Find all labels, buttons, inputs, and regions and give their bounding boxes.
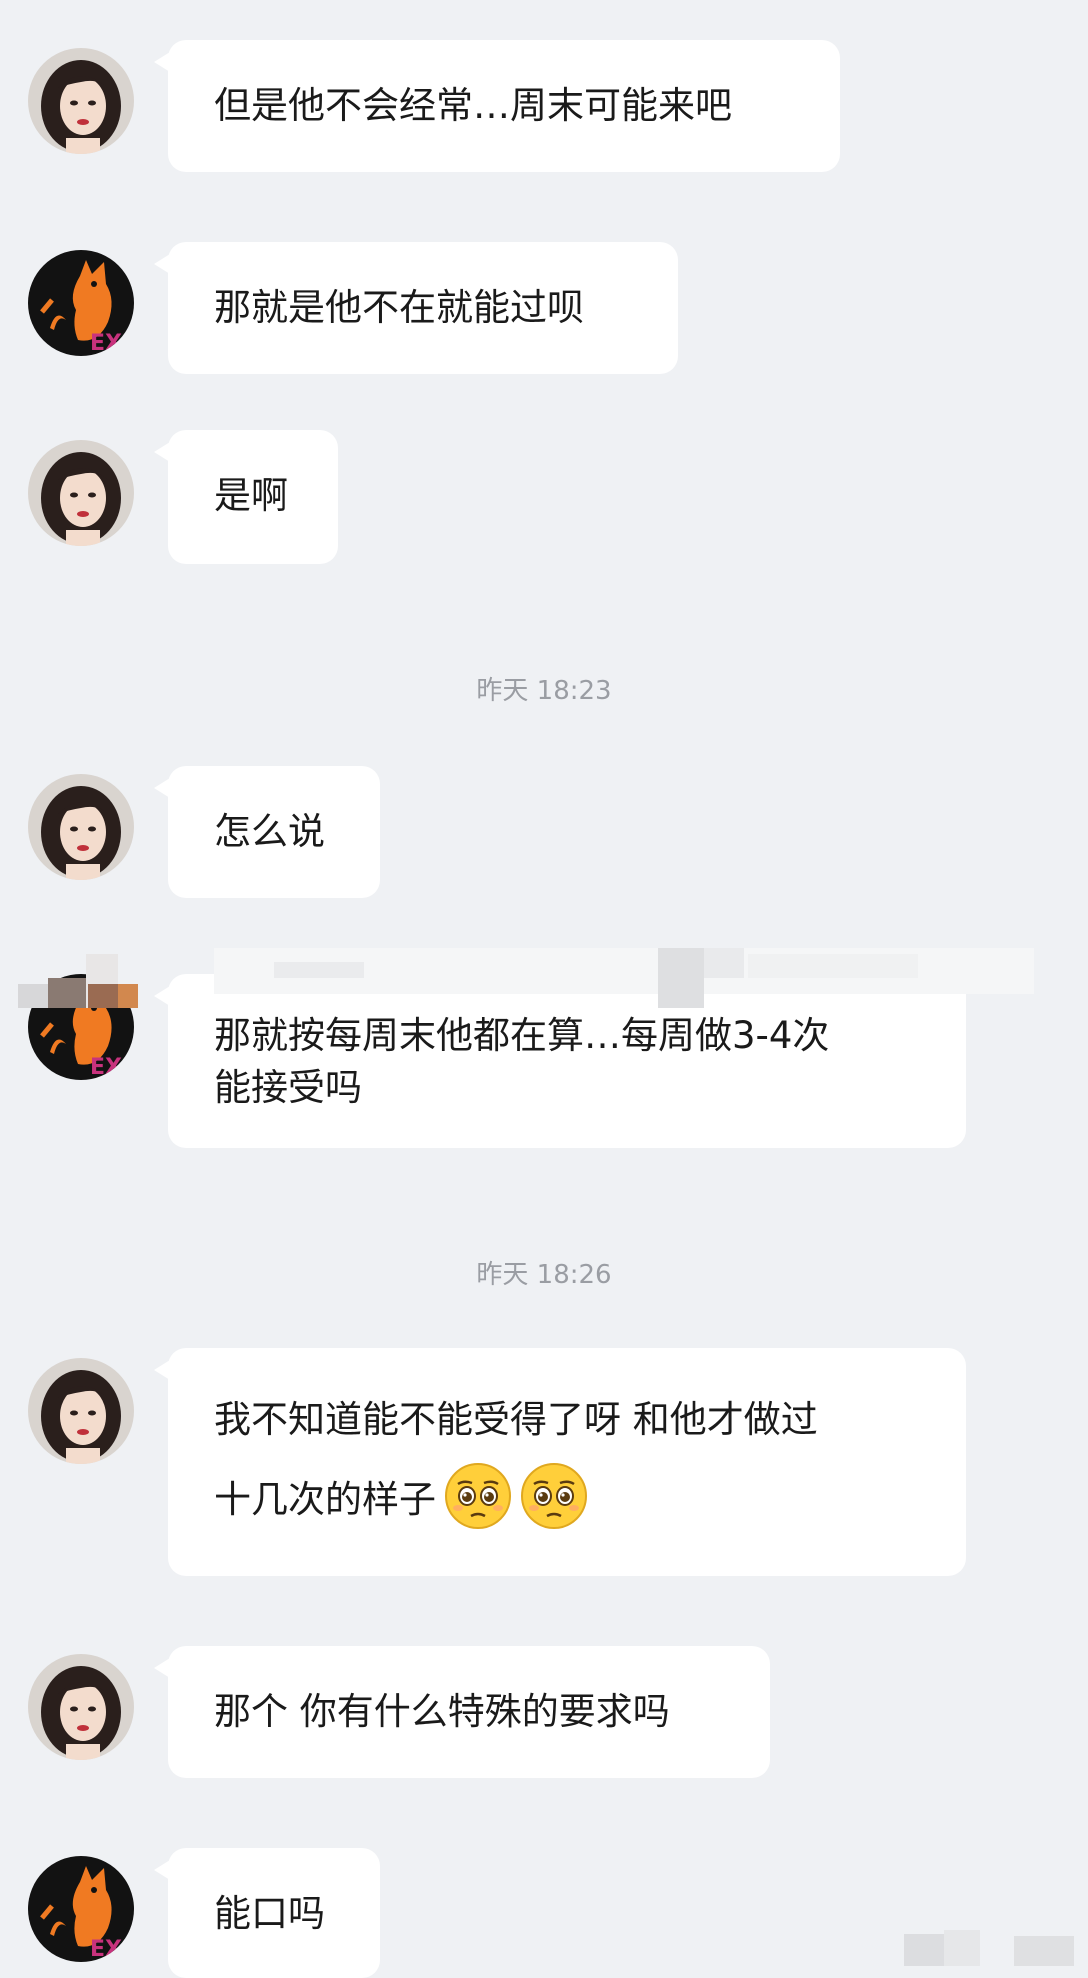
message-text: 那个 你有什么特殊的要求吗 (214, 1690, 670, 1733)
privacy-mosaic (18, 948, 1034, 1008)
message-bubble[interactable]: 能口吗 (154, 1848, 380, 1978)
message-bubble[interactable]: 怎么说 (154, 766, 380, 898)
message-bubble[interactable]: 但是他不会经常…周末可能来吧 (154, 40, 840, 172)
avatar-woman[interactable] (28, 1654, 134, 1760)
message-text: 怎么说 (214, 810, 325, 853)
avatar-woman[interactable] (28, 1358, 134, 1464)
avatar-woman[interactable] (28, 774, 134, 880)
avatar-badge-text: EX (90, 1937, 122, 1962)
message-text: 能口吗 (214, 1892, 325, 1935)
message-bubble[interactable]: 那个 你有什么特殊的要求吗 (154, 1646, 770, 1778)
message-text-line: 那就按每周末他都在算…每周做3-4次 (214, 1014, 830, 1057)
message-text-line: 我不知道能不能受得了呀 和他才做过 (214, 1398, 818, 1441)
avatar-cat[interactable]: EX (28, 1856, 134, 1962)
avatar-cat[interactable]: EX (28, 250, 134, 356)
message-text-line: 十几次的样子 (214, 1462, 922, 1536)
message-text: 是啊 (214, 474, 288, 517)
pleading-face-icon (444, 1462, 512, 1530)
message-text: 那就是他不在就能过呗 (214, 286, 584, 329)
avatar-badge-text: EX (90, 1055, 122, 1080)
message-text: 但是他不会经常…周末可能来吧 (214, 84, 732, 127)
timestamp: 昨天 18:23 (476, 676, 612, 706)
timestamp: 昨天 18:26 (476, 1260, 612, 1290)
avatar-woman[interactable] (28, 48, 134, 154)
message-text: 十几次的样子 (214, 1478, 436, 1521)
message-bubble[interactable]: 那就是他不在就能过呗 (154, 242, 678, 374)
watermark-mosaic (904, 1930, 1088, 1966)
message-text-line: 能接受吗 (214, 1066, 362, 1109)
pleading-face-icon (520, 1462, 588, 1530)
message-bubble[interactable]: 是啊 (154, 430, 338, 564)
message-bubble[interactable]: 我不知道能不能受得了呀 和他才做过 十几次的样子 (154, 1348, 966, 1576)
avatar-badge-text: EX (90, 331, 122, 356)
avatar-woman[interactable] (28, 440, 134, 546)
